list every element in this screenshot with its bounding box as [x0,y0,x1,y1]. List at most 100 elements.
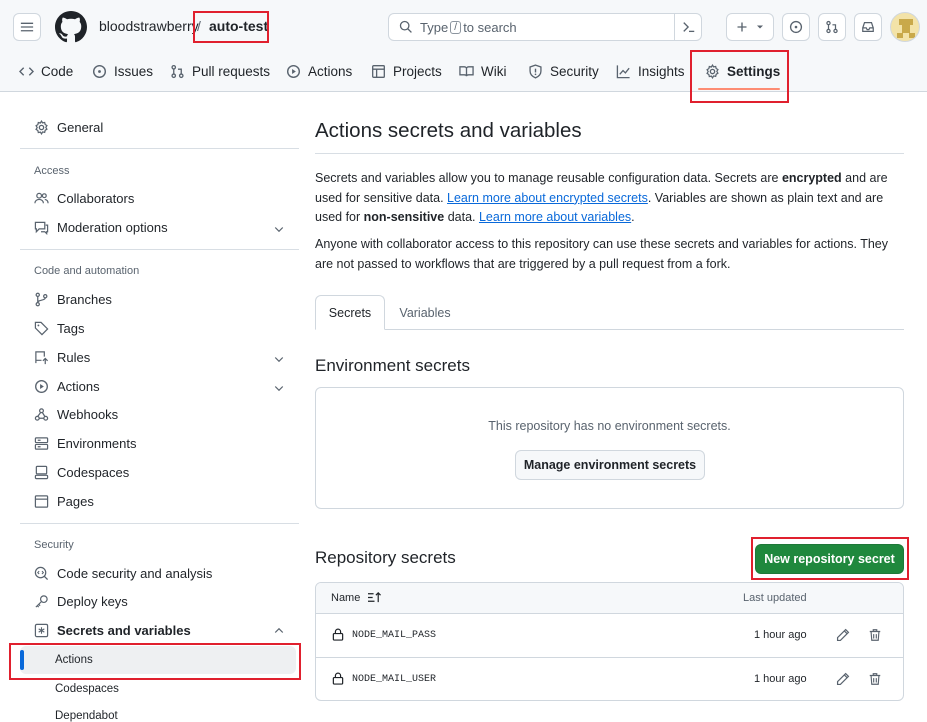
inbox-button[interactable] [854,13,882,41]
sidebar-item-codespaces[interactable]: Codespaces [34,465,129,480]
sidebar-item-moderation[interactable]: Moderation options [34,220,168,235]
sidebar-label: Moderation options [57,220,168,235]
tab-insights[interactable]: Insights [616,58,685,84]
new-repository-secret-button[interactable]: New repository secret [755,544,904,574]
play-icon [286,64,301,79]
github-logo-icon[interactable] [55,11,87,43]
sidebar-item-pages[interactable]: Pages [34,494,94,509]
pull-request-icon [170,64,185,79]
sidebar-label: Actions [57,379,100,394]
search-input[interactable]: Type / to search [388,13,702,41]
sort-icon[interactable] [367,591,382,604]
sidebar-heading-security: Security [34,539,74,551]
trash-icon[interactable] [868,628,882,642]
chevron-down-icon[interactable] [273,382,285,394]
book-icon [459,64,474,79]
sidebar-item-rules[interactable]: Rules [34,350,90,365]
chevron-down-icon[interactable] [273,353,285,365]
lock-icon [332,628,344,641]
table-icon [371,64,386,79]
tab-label: Issues [114,63,154,79]
people-icon [34,191,49,206]
search-shortcut-key: / [450,20,462,34]
sidebar-item-collaborators[interactable]: Collaborators [34,191,134,206]
intro-paragraph: Secrets and variables allow you to manag… [315,169,900,228]
intro-bold: encrypted [781,171,842,185]
tab-pull-requests[interactable]: Pull requests [170,58,270,84]
search-suffix: to search [463,19,517,35]
tab-code[interactable]: Code [19,58,73,84]
trash-icon[interactable] [868,672,882,686]
sidebar-subitem-dependabot[interactable]: Dependabot [55,710,118,722]
table-header: Name Last updated [316,583,903,614]
tab-security[interactable]: Security [528,58,599,84]
pull-requests-button[interactable] [818,13,846,41]
sidebar-item-tags[interactable]: Tags [34,321,84,336]
env-empty-message: This repository has no environment secre… [488,419,731,433]
chevron-up-icon[interactable] [273,625,285,637]
sidebar-label: Webhooks [57,407,119,422]
sidebar-divider [20,523,299,524]
tab-projects[interactable]: Projects [371,58,442,84]
sidebar-sublabel: Actions [55,654,93,666]
plus-icon [736,21,748,33]
sidebar-heading-access: Access [34,165,70,177]
sidebar-item-general[interactable]: General [34,120,103,135]
codespaces-icon [34,465,49,480]
avatar[interactable] [890,12,920,42]
tab-label: Actions [308,63,353,79]
chevron-down-icon [756,23,764,31]
shield-icon [528,63,543,79]
table-row: NODE_MAIL_USER 1 hour ago [316,658,903,700]
settings-selected-underline [698,88,780,90]
sidebar-item-code-security[interactable]: Code security and analysis [34,566,212,581]
sidebar-item-actions[interactable]: Actions [34,379,100,394]
sidebar-label: General [57,120,104,135]
command-palette-button[interactable] [674,13,702,41]
sidebar-item-environments[interactable]: Environments [34,436,136,451]
sidebar-label: Tags [57,321,85,336]
link-variables[interactable]: Learn more about variables [479,210,631,224]
tab-label: Security [550,63,599,79]
tab-wiki[interactable]: Wiki [459,58,507,84]
repo-push-icon [34,350,49,365]
menu-button[interactable] [13,13,41,41]
sidebar-item-secrets-variables[interactable]: Secrets and variables [34,623,191,638]
sidebar-item-branches[interactable]: Branches [34,292,112,307]
branch-icon [34,292,49,307]
intro-text: . [631,210,635,224]
column-header-name[interactable]: Name [331,592,360,604]
pencil-icon[interactable] [836,672,850,686]
graph-icon [616,64,631,79]
app-header: bloodstrawberry / auto-test Type / to se… [0,0,927,103]
tab-actions[interactable]: Actions [286,58,352,84]
tab-settings[interactable]: Settings [705,58,780,84]
manage-environment-secrets-button[interactable]: Manage environment secrets [515,450,705,480]
secret-name: NODE_MAIL_USER [352,674,437,685]
sidebar-item-deploy-keys[interactable]: Deploy keys [34,594,128,609]
webhook-icon [34,407,49,422]
chevron-down-icon[interactable] [273,223,285,235]
sidebar-label: Codespaces [57,465,130,480]
link-encrypted-secrets[interactable]: Learn more about encrypted secrets [447,191,648,205]
env-secrets-heading: Environment secrets [315,356,470,375]
sidebar-subitem-codespaces[interactable]: Codespaces [55,683,119,695]
sidebar-label: Secrets and variables [57,623,191,638]
breadcrumb-owner[interactable]: bloodstrawberry [99,18,199,34]
pencil-icon[interactable] [836,628,850,642]
issues-button[interactable] [782,13,810,41]
tab-issues[interactable]: Issues [92,58,153,84]
tab-secrets[interactable]: Secrets [315,295,385,330]
sidebar-item-webhooks[interactable]: Webhooks [34,407,118,422]
tab-variables[interactable]: Variables [390,295,460,330]
search-icon [399,20,413,34]
gear-icon [34,120,49,135]
table-row: NODE_MAIL_PASS 1 hour ago [316,614,903,658]
sidebar-label: Pages [57,494,94,509]
sidebar-subitem-actions-selected[interactable]: Actions [20,646,296,674]
create-new-button[interactable] [726,13,774,41]
terminal-icon [682,20,696,34]
key-icon [34,594,49,609]
comment-icon [34,220,49,235]
breadcrumb-repo[interactable]: auto-test [209,18,268,34]
